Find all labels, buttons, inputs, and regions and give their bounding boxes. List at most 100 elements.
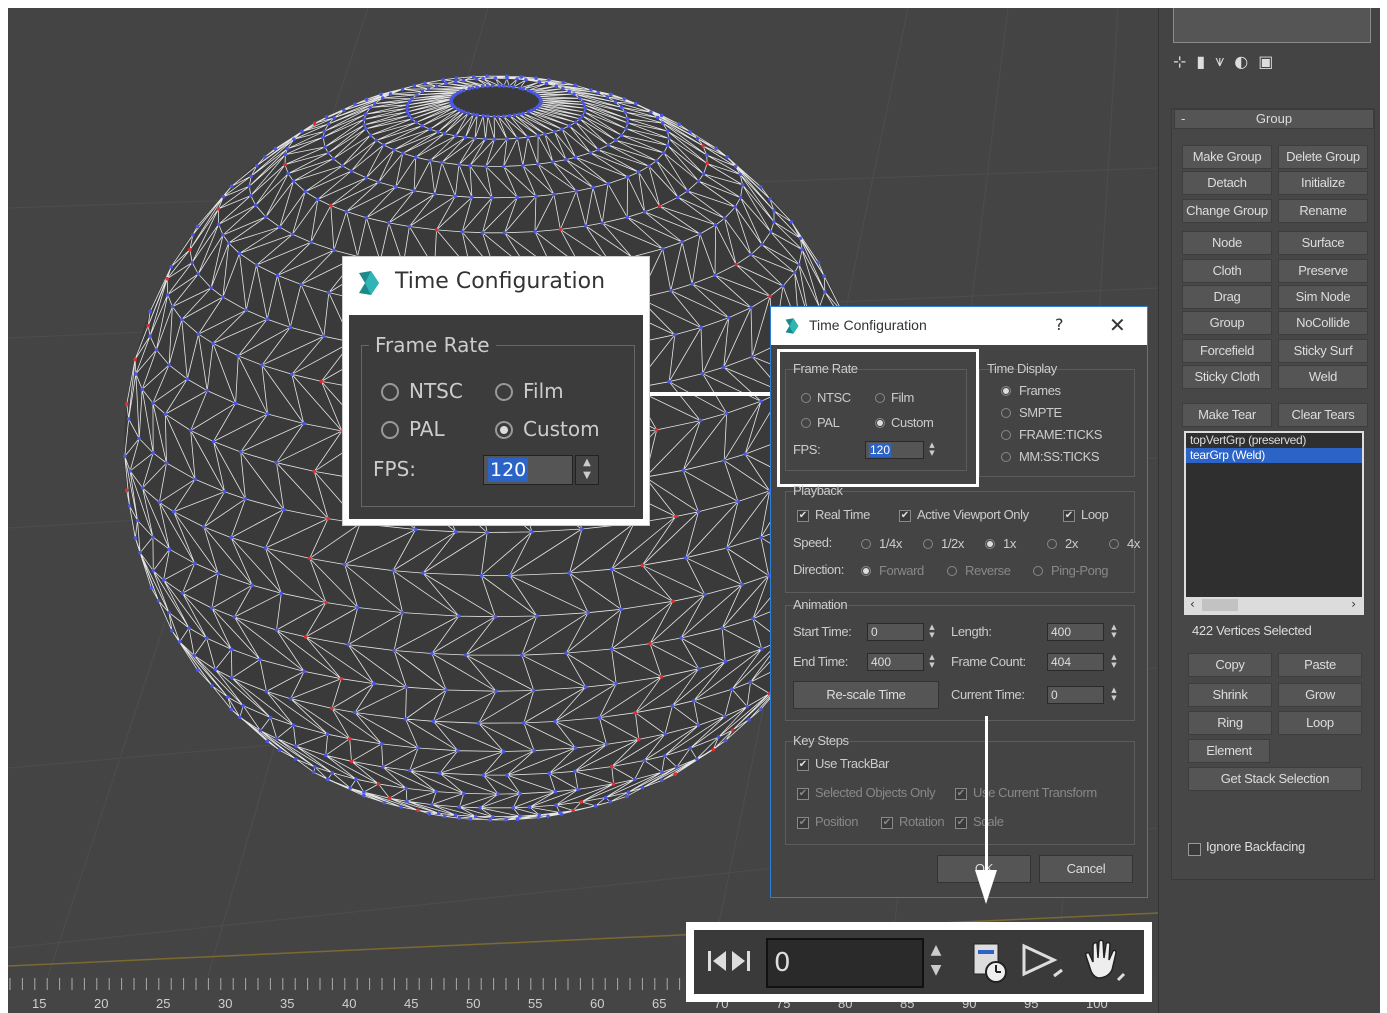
group-button-initialize[interactable]: Initialize <box>1278 171 1368 195</box>
speed-radio[interactable] <box>861 539 871 549</box>
end-time-input[interactable]: 400 <box>867 653 924 671</box>
selection-button-paste[interactable]: Paste <box>1278 653 1362 677</box>
current-frame-field[interactable]: 0 <box>766 938 924 988</box>
hierarchy-tab-icon[interactable]: ⩛ <box>1215 51 1224 71</box>
ignore-backfacing-checkbox[interactable] <box>1188 843 1201 856</box>
group-button-sim-node[interactable]: Sim Node <box>1278 285 1368 309</box>
pan-hand-icon[interactable] <box>1078 938 1126 984</box>
group-button-preserve[interactable]: Preserve <box>1278 259 1368 283</box>
group-button-delete-group[interactable]: Delete Group <box>1278 145 1368 169</box>
direction-radio[interactable] <box>861 566 871 576</box>
scale-checkbox[interactable]: ✔ <box>955 817 967 829</box>
use-current-transform-checkbox[interactable]: ✔ <box>955 788 967 800</box>
group-button-cloth[interactable]: Cloth <box>1182 259 1272 283</box>
speed-radio[interactable] <box>923 539 933 549</box>
direction-radio[interactable] <box>1033 566 1043 576</box>
length-spinner[interactable]: ▲ ▼ <box>1109 623 1119 639</box>
group-button-make-group[interactable]: Make Group <box>1182 145 1272 169</box>
list-item-selected[interactable]: tearGrp (Weld) <box>1186 448 1362 463</box>
zoom-fps-input[interactable]: 120 <box>483 455 573 485</box>
time-display-radio[interactable] <box>1001 430 1011 440</box>
clear-tears-button[interactable]: Clear Tears <box>1278 403 1368 427</box>
cancel-button[interactable]: Cancel <box>1039 855 1133 883</box>
group-rollout-header[interactable]: - Group <box>1174 109 1374 129</box>
real-time-checkbox[interactable]: ✔ <box>797 510 809 522</box>
scroll-thumb[interactable] <box>1202 599 1238 611</box>
length-input[interactable]: 400 <box>1047 623 1104 641</box>
rescale-time-button[interactable]: Re-scale Time <box>793 681 939 709</box>
create-tab-icon[interactable]: ⊹ <box>1173 52 1186 71</box>
play-selected-icon[interactable] <box>1020 942 1066 982</box>
speed-radio[interactable] <box>985 539 995 549</box>
make-tear-button[interactable]: Make Tear <box>1182 403 1272 427</box>
display-tab-icon[interactable]: ▣ <box>1258 52 1273 71</box>
group-button-node[interactable]: Node <box>1182 231 1272 255</box>
zoom-film-radio[interactable] <box>495 383 513 401</box>
start-time-input[interactable]: 0 <box>867 623 924 641</box>
selection-button-shrink[interactable]: Shrink <box>1188 683 1272 707</box>
group-button-group[interactable]: Group <box>1182 311 1272 335</box>
use-trackbar-checkbox[interactable]: ✔ <box>797 759 809 771</box>
group-button-weld[interactable]: Weld <box>1278 365 1368 389</box>
frame-count-spinner[interactable]: ▲ ▼ <box>1109 653 1119 669</box>
position-checkbox[interactable]: ✔ <box>797 817 809 829</box>
direction-radio[interactable] <box>947 566 957 576</box>
scroll-left-icon[interactable]: ‹ <box>1190 597 1195 611</box>
group-button-drag[interactable]: Drag <box>1182 285 1272 309</box>
ntsc-radio[interactable] <box>801 393 811 403</box>
vertex <box>123 454 127 459</box>
speed-radio[interactable] <box>1047 539 1057 549</box>
scroll-right-icon[interactable]: › <box>1351 597 1356 611</box>
vertex <box>561 86 565 91</box>
group-button-detach[interactable]: Detach <box>1182 171 1272 195</box>
group-button-sticky-cloth[interactable]: Sticky Cloth <box>1182 365 1272 389</box>
listbox-scrollbar[interactable]: ‹ › <box>1186 597 1362 613</box>
current-time-spinner[interactable]: ▲ ▼ <box>1109 686 1119 702</box>
time-display-radio[interactable] <box>1001 408 1011 418</box>
group-button-sticky-surf[interactable]: Sticky Surf <box>1278 339 1368 363</box>
group-button-forcefield[interactable]: Forcefield <box>1182 339 1272 363</box>
close-button[interactable]: ✕ <box>1109 313 1126 337</box>
time-display-radio[interactable] <box>1001 452 1011 462</box>
selection-button-grow[interactable]: Grow <box>1278 683 1362 707</box>
selection-button-loop[interactable]: Loop <box>1278 711 1362 735</box>
time-display-radio[interactable] <box>1001 386 1011 396</box>
loop-checkbox[interactable]: ✔ <box>1063 510 1075 522</box>
current-frame-spinner[interactable]: ▲ ▼ <box>926 940 946 984</box>
group-button-change-group[interactable]: Change Group <box>1182 199 1272 223</box>
group-button-rename[interactable]: Rename <box>1278 199 1368 223</box>
zoom-custom-radio[interactable] <box>495 421 513 439</box>
zoom-fps-spinner[interactable]: ▲ ▼ <box>575 455 599 485</box>
start-time-spinner[interactable]: ▲ ▼ <box>927 623 937 639</box>
group-listbox[interactable]: topVertGrp (preserved) tearGrp (Weld) ‹ … <box>1184 431 1364 615</box>
frame-count-input[interactable]: 404 <box>1047 653 1104 671</box>
selection-button-copy[interactable]: Copy <box>1188 653 1272 677</box>
fps-input[interactable]: 120 <box>865 441 924 459</box>
active-viewport-checkbox[interactable]: ✔ <box>899 510 911 522</box>
position-label: Position <box>815 814 859 829</box>
selected-only-checkbox[interactable]: ✔ <box>797 788 809 800</box>
motion-tab-icon[interactable]: ◐ <box>1234 52 1248 71</box>
selection-button-ring[interactable]: Ring <box>1188 711 1272 735</box>
list-item[interactable]: topVertGrp (preserved) <box>1186 433 1362 448</box>
element-button[interactable]: Element <box>1188 739 1270 763</box>
group-button-surface[interactable]: Surface <box>1278 231 1368 255</box>
dialog-titlebar[interactable]: Time Configuration ? ✕ <box>771 307 1147 345</box>
group-button-nocollide[interactable]: NoCollide <box>1278 311 1368 335</box>
time-configuration-icon[interactable] <box>970 940 1010 984</box>
pal-radio[interactable] <box>801 418 811 428</box>
zoom-ntsc-radio[interactable] <box>381 383 399 401</box>
end-time-spinner[interactable]: ▲ ▼ <box>927 653 937 669</box>
help-button[interactable]: ? <box>1055 315 1064 334</box>
modify-tab-icon[interactable]: ▮ <box>1196 52 1205 71</box>
film-radio[interactable] <box>875 393 885 403</box>
key-mode-toggle-icon[interactable] <box>706 948 752 974</box>
vertex <box>524 78 528 82</box>
speed-radio[interactable] <box>1109 539 1119 549</box>
zoom-pal-radio[interactable] <box>381 421 399 439</box>
current-time-input[interactable]: 0 <box>1047 686 1104 704</box>
fps-spinner[interactable]: ▲ ▼ <box>927 441 937 457</box>
get-stack-selection-button[interactable]: Get Stack Selection <box>1188 767 1362 791</box>
custom-radio[interactable] <box>875 418 885 428</box>
rotation-checkbox[interactable]: ✔ <box>881 817 893 829</box>
